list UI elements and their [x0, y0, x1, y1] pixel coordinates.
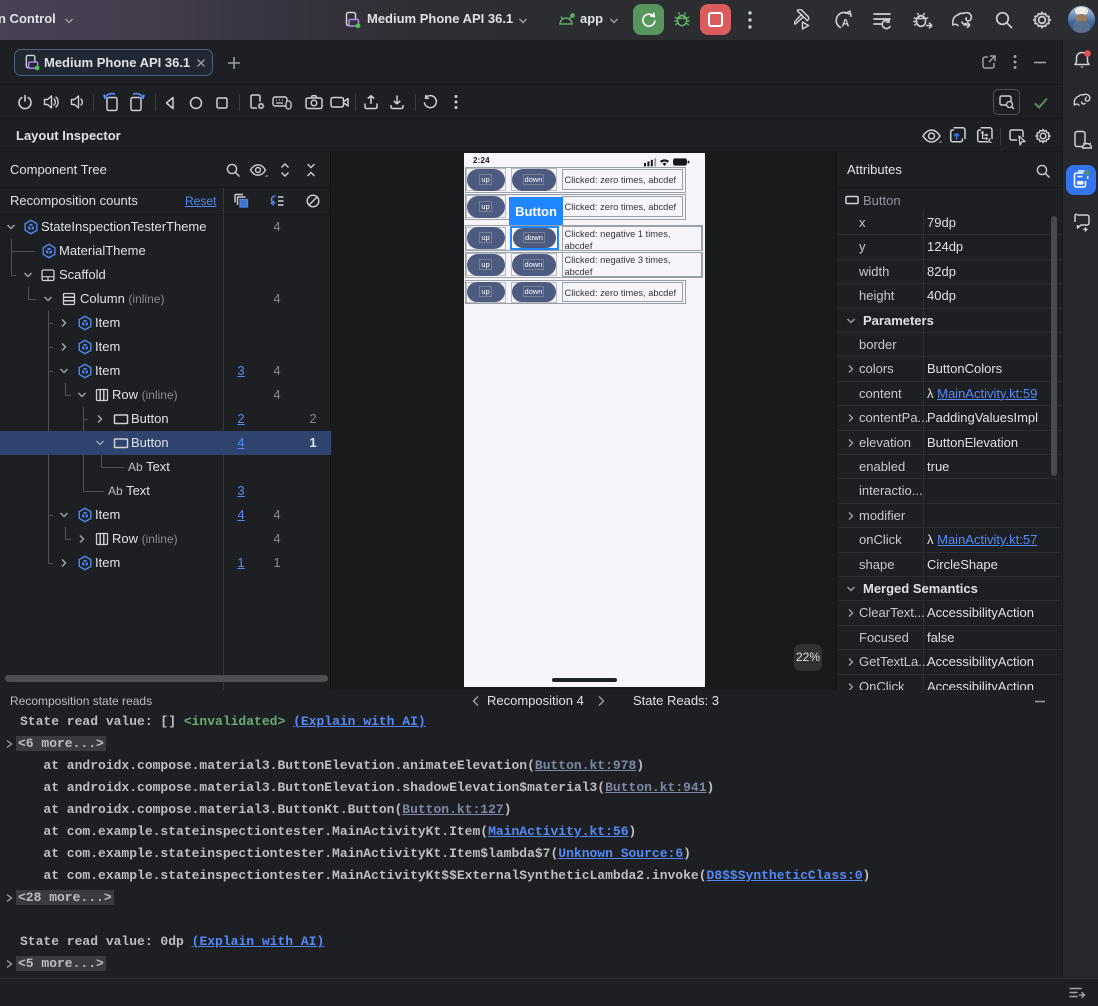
- svg-text:A: A: [842, 18, 850, 30]
